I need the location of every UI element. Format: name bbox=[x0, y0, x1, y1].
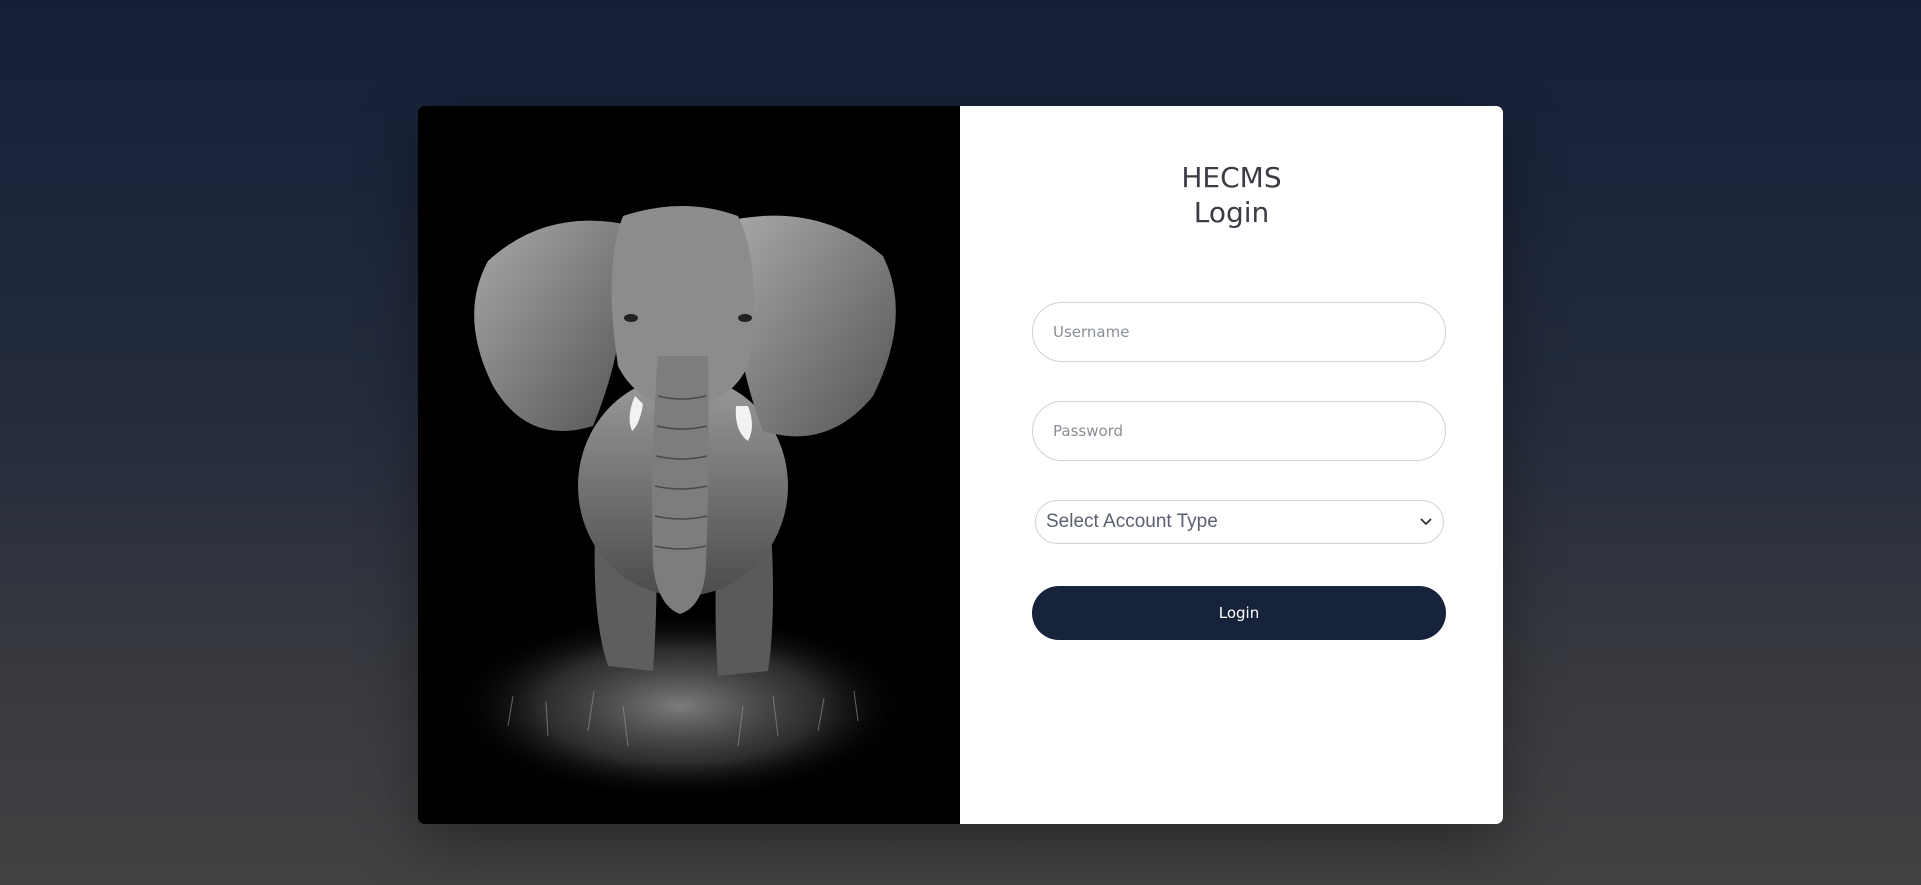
page-title: HECMS Login bbox=[960, 160, 1503, 230]
chevron-down-icon bbox=[1419, 515, 1433, 529]
password-input[interactable] bbox=[1032, 401, 1446, 461]
login-form-panel: HECMS Login Select Account Type Login bbox=[960, 106, 1503, 824]
username-input[interactable] bbox=[1032, 302, 1446, 362]
brand-name: HECMS bbox=[1181, 161, 1282, 194]
account-type-selected-value: Select Account Type bbox=[1046, 511, 1218, 532]
login-card: HECMS Login Select Account Type Login bbox=[418, 106, 1503, 824]
hero-image-panel bbox=[418, 106, 960, 824]
account-type-select[interactable]: Select Account Type bbox=[1035, 500, 1444, 544]
login-heading: Login bbox=[1193, 196, 1270, 229]
login-button[interactable]: Login bbox=[1032, 586, 1446, 640]
elephant-image bbox=[418, 106, 960, 824]
